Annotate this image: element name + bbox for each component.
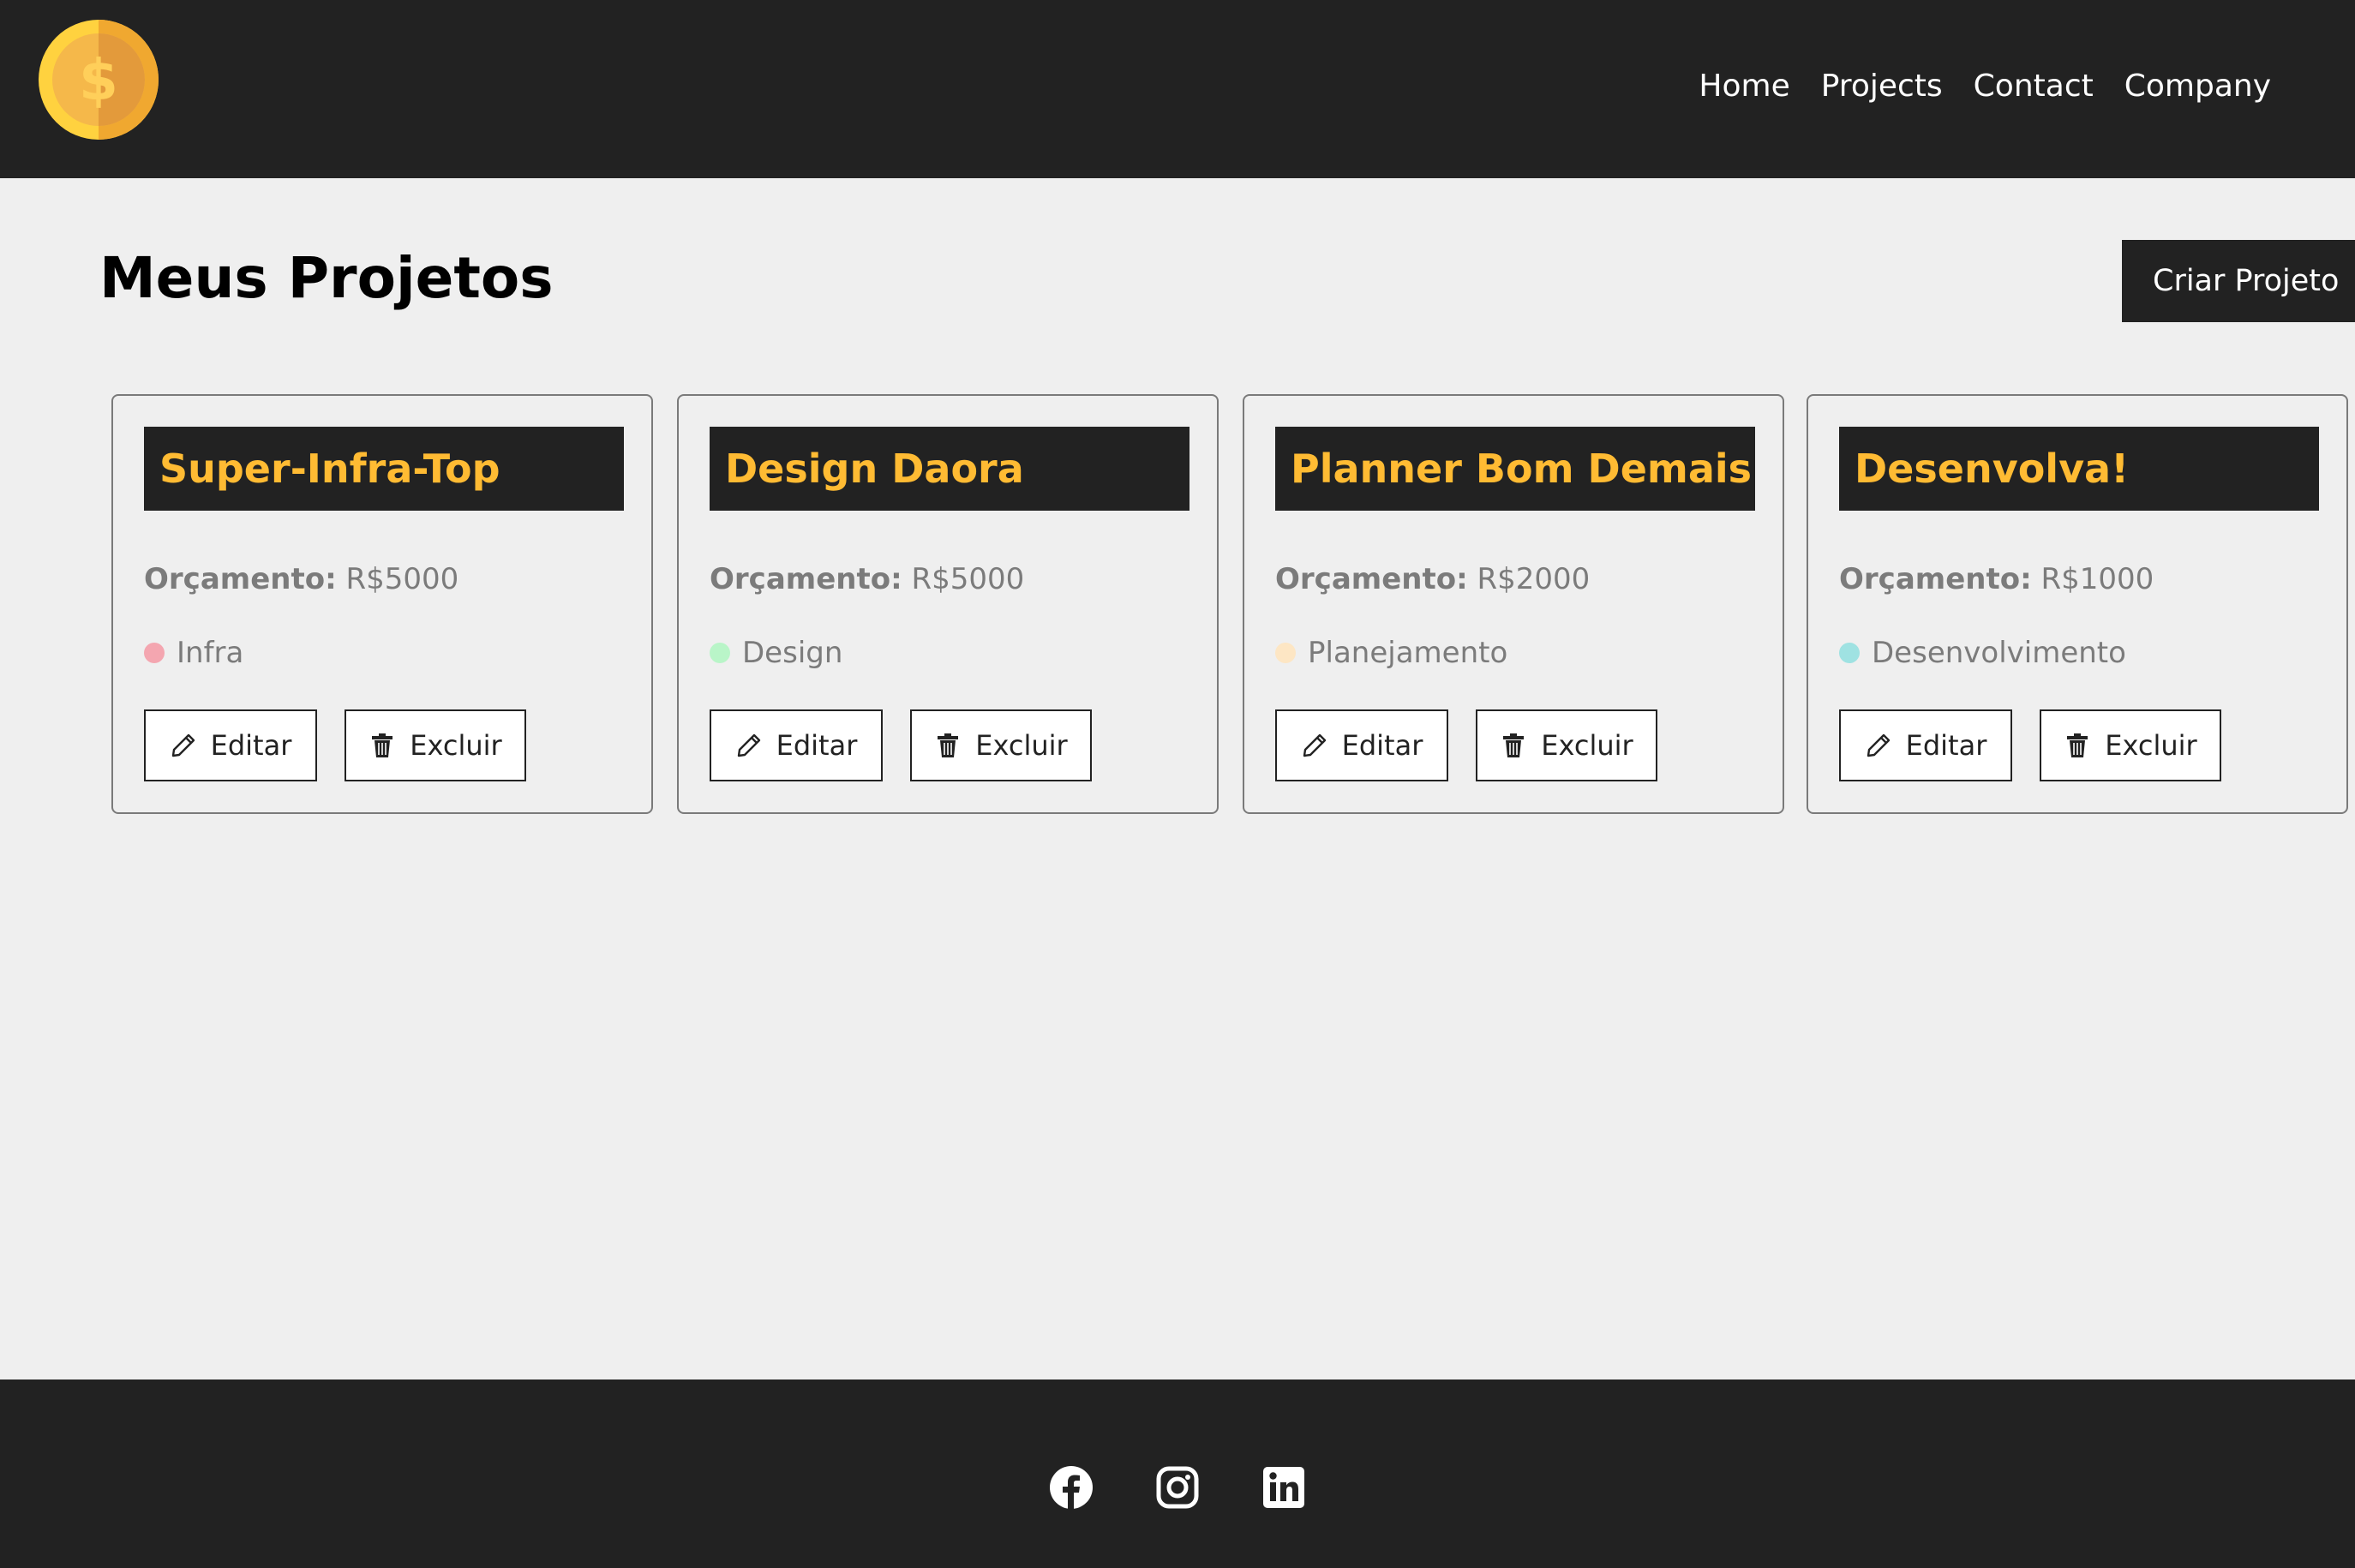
delete-button[interactable]: Excluir	[2040, 709, 2221, 781]
linkedin-icon[interactable]	[1261, 1465, 1306, 1510]
delete-button[interactable]: Excluir	[345, 709, 526, 781]
project-card: Design Daora Orçamento: R$5000 Design Ed…	[677, 394, 1219, 814]
card-actions: Editar Excluir	[144, 709, 526, 781]
instagram-icon[interactable]	[1155, 1465, 1200, 1510]
nav-link-contact[interactable]: Contact	[1974, 69, 2094, 104]
pencil-icon	[735, 732, 763, 759]
trash-icon	[2064, 732, 2091, 759]
project-budget: Orçamento: R$5000	[144, 562, 458, 596]
category-label: Infra	[177, 636, 244, 670]
trash-icon	[1500, 732, 1527, 759]
budget-value: R$5000	[911, 562, 1025, 596]
project-budget: Orçamento: R$2000	[1275, 562, 1590, 596]
edit-button[interactable]: Editar	[1839, 709, 2012, 781]
category-label: Design	[742, 636, 843, 670]
svg-text:$: $	[79, 47, 118, 113]
delete-button[interactable]: Excluir	[1476, 709, 1657, 781]
project-budget: Orçamento: R$1000	[1839, 562, 2154, 596]
project-category: Design	[710, 632, 842, 673]
edit-label: Editar	[1341, 729, 1423, 762]
project-title: Design Daora	[710, 427, 1189, 511]
nav-link-projects[interactable]: Projects	[1821, 69, 1943, 104]
delete-label: Excluir	[975, 729, 1068, 762]
budget-label: Orçamento:	[1275, 562, 1468, 596]
project-title: Planner Bom Demais	[1275, 427, 1755, 511]
category-dot	[1275, 643, 1296, 663]
project-budget: Orçamento: R$5000	[710, 562, 1024, 596]
category-dot	[710, 643, 730, 663]
delete-label: Excluir	[410, 729, 502, 762]
project-card: Desenvolva! Orçamento: R$1000 Desenvolvi…	[1807, 394, 2348, 814]
edit-button[interactable]: Editar	[144, 709, 317, 781]
budget-value: R$1000	[2040, 562, 2154, 596]
edit-button[interactable]: Editar	[1275, 709, 1448, 781]
pencil-icon	[170, 732, 197, 759]
budget-label: Orçamento:	[1839, 562, 2032, 596]
main-nav: Home Projects Contact Company	[1699, 62, 2271, 110]
project-category: Desenvolvimento	[1839, 632, 2126, 673]
social-links	[0, 1465, 2355, 1510]
navbar: $ Home Projects Contact Company	[0, 0, 2355, 178]
delete-label: Excluir	[1541, 729, 1633, 762]
project-category: Planejamento	[1275, 632, 1507, 673]
card-actions: Editar Excluir	[710, 709, 1092, 781]
budget-label: Orçamento:	[144, 562, 337, 596]
dollar-coin-icon[interactable]: $	[36, 17, 161, 142]
project-title: Super-Infra-Top	[144, 427, 624, 511]
category-dot	[144, 643, 165, 663]
nav-link-company[interactable]: Company	[2124, 69, 2271, 104]
page-title: Meus Projetos	[99, 245, 554, 311]
footer	[0, 1379, 2355, 1568]
project-category: Infra	[144, 632, 243, 673]
project-card: Planner Bom Demais Orçamento: R$2000 Pla…	[1243, 394, 1784, 814]
delete-label: Excluir	[2105, 729, 2197, 762]
pencil-icon	[1301, 732, 1328, 759]
trash-icon	[369, 732, 396, 759]
create-project-button[interactable]: Criar Projeto	[2122, 240, 2355, 322]
budget-value: R$5000	[345, 562, 459, 596]
budget-value: R$2000	[1477, 562, 1591, 596]
delete-button[interactable]: Excluir	[910, 709, 1092, 781]
budget-label: Orçamento:	[710, 562, 902, 596]
trash-icon	[934, 732, 962, 759]
pencil-icon	[1865, 732, 1892, 759]
category-label: Planejamento	[1308, 636, 1508, 670]
project-title: Desenvolva!	[1839, 427, 2319, 511]
facebook-icon[interactable]	[1049, 1465, 1094, 1510]
category-dot	[1839, 643, 1860, 663]
card-actions: Editar Excluir	[1275, 709, 1657, 781]
project-card: Super-Infra-Top Orçamento: R$5000 Infra …	[111, 394, 653, 814]
category-label: Desenvolvimento	[1872, 636, 2126, 670]
main-content: Meus Projetos Criar Projeto Super-Infra-…	[0, 178, 2355, 1379]
edit-button[interactable]: Editar	[710, 709, 883, 781]
edit-label: Editar	[210, 729, 292, 762]
edit-label: Editar	[1905, 729, 1987, 762]
card-actions: Editar Excluir	[1839, 709, 2221, 781]
nav-link-home[interactable]: Home	[1699, 69, 1789, 104]
edit-label: Editar	[776, 729, 858, 762]
